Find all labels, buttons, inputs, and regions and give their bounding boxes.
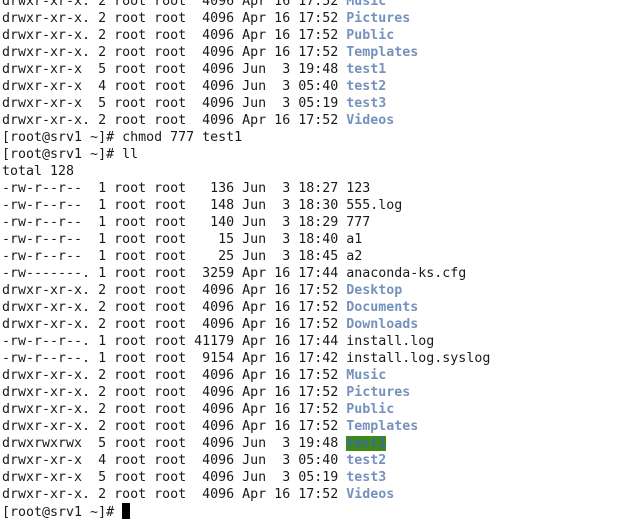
directory-name: test1 [346, 436, 387, 451]
entry-metadata: drwxr-xr-x. 2 root root 4096 Apr 16 17:5… [2, 28, 347, 43]
listing-row: drwxr-xr-x. 2 root root 4096 Apr 16 17:5… [2, 384, 490, 401]
shell-prompt: [root@srv1 ~]# [2, 503, 490, 520]
listing-row: drwxr-xr-x. 2 root root 4096 Apr 16 17:5… [2, 112, 490, 129]
listing-row: drwxr-xr-x. 2 root root 4096 Apr 16 17:5… [2, 401, 490, 418]
entry-metadata: drwxr-xr-x 5 root root 4096 Jun 3 19:48 [2, 62, 347, 77]
directory-name: test2 [346, 453, 387, 468]
text-cursor[interactable] [122, 503, 131, 519]
entry-metadata: -rw-r--r-- 1 root root 140 Jun 3 18:29 [2, 215, 347, 230]
directory-name: Videos [346, 113, 395, 128]
listing-row: drwxr-xr-x. 2 root root 4096 Apr 16 17:5… [2, 0, 490, 10]
directory-name: test3 [346, 470, 387, 485]
listing-row: drwxr-xr-x 4 root root 4096 Jun 3 05:40 … [2, 78, 490, 95]
directory-name: Documents [346, 300, 419, 315]
entry-metadata: -rw-r--r--. 1 root root 41179 Apr 16 17:… [2, 334, 347, 349]
directory-name: Pictures [346, 11, 411, 26]
entry-metadata: -rw-r--r-- 1 root root 15 Jun 3 18:40 [2, 232, 347, 247]
listing-row: drwxr-xr-x. 2 root root 4096 Apr 16 17:5… [2, 10, 490, 27]
directory-name: Music [346, 0, 387, 9]
terminal-line: [root@srv1 ~]# ll [2, 147, 139, 162]
directory-name: Desktop [346, 283, 403, 298]
terminal-line: [root@srv1 ~]# chmod 777 test1 [2, 130, 243, 145]
entry-metadata: -rw-r--r-- 1 root root 148 Jun 3 18:30 [2, 198, 347, 213]
entry-metadata: drwxr-xr-x. 2 root root 4096 Apr 16 17:5… [2, 419, 347, 434]
listing-row: -rw-r--r-- 1 root root 136 Jun 3 18:27 1… [2, 180, 490, 197]
entry-metadata: -rw-r--r-- 1 root root 136 Jun 3 18:27 [2, 181, 347, 196]
listing-row: drwxr-xr-x. 2 root root 4096 Apr 16 17:5… [2, 367, 490, 384]
terminal-line: total 128 [2, 164, 75, 179]
listing-row: drwxr-xr-x 4 root root 4096 Jun 3 05:40 … [2, 452, 490, 469]
entry-metadata: drwxr-xr-x. 2 root root 4096 Apr 16 17:5… [2, 385, 347, 400]
listing-row: drwxr-xr-x. 2 root root 4096 Apr 16 17:5… [2, 316, 490, 333]
directory-name: test1 [346, 62, 387, 77]
directory-name: Public [346, 28, 395, 43]
entry-metadata: drwxr-xr-x 4 root root 4096 Jun 3 05:40 [2, 79, 347, 94]
entry-metadata: -rw-r--r--. 1 root root 9154 Apr 16 17:4… [2, 351, 347, 366]
file-name: anaconda-ks.cfg [346, 266, 467, 281]
directory-name: Music [346, 368, 387, 383]
listing-row: drwxr-xr-x. 2 root root 4096 Apr 16 17:5… [2, 282, 490, 299]
directory-name: Public [346, 402, 395, 417]
entry-metadata: drwxr-xr-x 5 root root 4096 Jun 3 05:19 [2, 96, 347, 111]
file-name: install.log.syslog [346, 351, 491, 366]
listing-row: drwxr-xr-x. 2 root root 4096 Apr 16 17:5… [2, 44, 490, 61]
entry-metadata: drwxr-xr-x. 2 root root 4096 Apr 16 17:5… [2, 300, 347, 315]
entry-metadata: drwxr-xr-x 4 root root 4096 Jun 3 05:40 [2, 453, 347, 468]
directory-name: Pictures [346, 385, 411, 400]
terminal-output[interactable]: drwxr-xr-x. 2 root root 4096 Apr 16 17:5… [2, 0, 490, 520]
entry-metadata: drwxr-xr-x 5 root root 4096 Jun 3 05:19 [2, 470, 347, 485]
entry-metadata: drwxr-xr-x. 2 root root 4096 Apr 16 17:5… [2, 45, 347, 60]
listing-row: drwxr-xr-x 5 root root 4096 Jun 3 19:48 … [2, 61, 490, 78]
listing-row: -rw-r--r-- 1 root root 25 Jun 3 18:45 a2 [2, 248, 490, 265]
entry-metadata: -rw-r--r-- 1 root root 25 Jun 3 18:45 [2, 249, 347, 264]
listing-row: -rw-------. 1 root root 3259 Apr 16 17:4… [2, 265, 490, 282]
listing-row: drwxr-xr-x. 2 root root 4096 Apr 16 17:5… [2, 27, 490, 44]
entry-metadata: drwxr-xr-x. 2 root root 4096 Apr 16 17:5… [2, 113, 347, 128]
listing-row: drwxr-xr-x. 2 root root 4096 Apr 16 17:5… [2, 486, 490, 503]
entry-metadata: drwxr-xr-x. 2 root root 4096 Apr 16 17:5… [2, 11, 347, 26]
listing-row: drwxr-xr-x. 2 root root 4096 Apr 16 17:5… [2, 299, 490, 316]
file-name: a2 [346, 249, 363, 264]
directory-name: test3 [346, 96, 387, 111]
listing-row: -rw-r--r-- 1 root root 148 Jun 3 18:30 5… [2, 197, 490, 214]
entry-metadata: drwxr-xr-x. 2 root root 4096 Apr 16 17:5… [2, 283, 347, 298]
prompt-text: [root@srv1 ~]# [2, 505, 123, 520]
entry-metadata: drwxr-xr-x. 2 root root 4096 Apr 16 17:5… [2, 317, 347, 332]
listing-row: -rw-r--r--. 1 root root 41179 Apr 16 17:… [2, 333, 490, 350]
file-name: 777 [346, 215, 371, 230]
entry-metadata: drwxr-xr-x. 2 root root 4096 Apr 16 17:5… [2, 402, 347, 417]
directory-name: Videos [346, 487, 395, 502]
entry-metadata: -rw-------. 1 root root 3259 Apr 16 17:4… [2, 266, 347, 281]
listing-row: drwxr-xr-x. 2 root root 4096 Apr 16 17:5… [2, 418, 490, 435]
entry-metadata: drwxr-xr-x. 2 root root 4096 Apr 16 17:5… [2, 368, 347, 383]
directory-name: Templates [346, 45, 419, 60]
file-name: 555.log [346, 198, 403, 213]
entry-metadata: drwxr-xr-x. 2 root root 4096 Apr 16 17:5… [2, 487, 347, 502]
file-name: 123 [346, 181, 371, 196]
listing-row: -rw-r--r--. 1 root root 9154 Apr 16 17:4… [2, 350, 490, 367]
listing-row: drwxrwxrwx 5 root root 4096 Jun 3 19:48 … [2, 435, 490, 452]
directory-name: Templates [346, 419, 419, 434]
file-name: a1 [346, 232, 363, 247]
entry-metadata: drwxrwxrwx 5 root root 4096 Jun 3 19:48 [2, 436, 347, 451]
directory-name: Downloads [346, 317, 419, 332]
listing-row: drwxr-xr-x 5 root root 4096 Jun 3 05:19 … [2, 95, 490, 112]
listing-row: -rw-r--r-- 1 root root 140 Jun 3 18:29 7… [2, 214, 490, 231]
file-name: install.log [346, 334, 435, 349]
listing-row: -rw-r--r-- 1 root root 15 Jun 3 18:40 a1 [2, 231, 490, 248]
entry-metadata: drwxr-xr-x. 2 root root 4096 Apr 16 17:5… [2, 0, 347, 9]
directory-name: test2 [346, 79, 387, 94]
listing-row: drwxr-xr-x 5 root root 4096 Jun 3 05:19 … [2, 469, 490, 486]
